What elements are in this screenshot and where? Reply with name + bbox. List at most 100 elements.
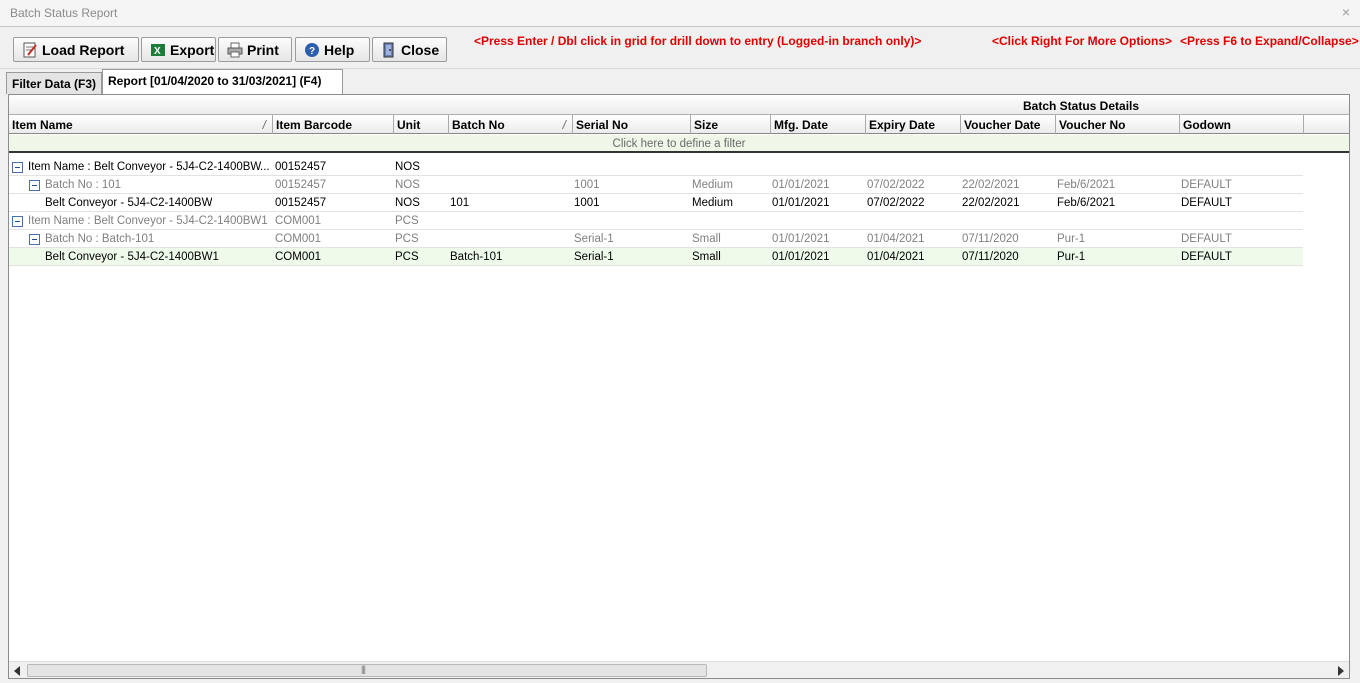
column-header-size[interactable]: Size <box>691 115 771 134</box>
cell-ellipsis: ... <box>260 161 270 173</box>
column-header-serial-no[interactable]: Serial No <box>573 115 691 134</box>
close-button[interactable]: Close <box>372 37 447 62</box>
collapse-icon[interactable] <box>12 216 23 227</box>
column-header-row: Item Name / Item Barcode Unit Batch No / S… <box>9 115 1349 134</box>
cell-serial: 1001 <box>574 179 600 191</box>
tab-strip: Filter Data (F3) Report [01/04/2020 to 3… <box>0 69 1360 94</box>
column-header-unit[interactable]: Unit <box>394 115 449 134</box>
tab-filter-data[interactable]: Filter Data (F3) <box>6 72 102 94</box>
help-icon: ? <box>304 42 320 58</box>
cell-mfg-date: 01/01/2021 <box>772 197 830 209</box>
table-row-selected[interactable]: Belt Conveyor - 5J4-C2-1400BW1 COM001 PC… <box>9 248 1303 266</box>
cell-expiry-date: 07/02/2022 <box>867 179 925 191</box>
group-row-item[interactable]: Item Name : Belt Conveyor - 5J4-C2-1400B… <box>9 158 1303 176</box>
excel-icon: X <box>150 42 166 58</box>
toolbar: Load Report X Export Print ? Help Close … <box>0 26 1360 69</box>
horizontal-scrollbar[interactable] <box>9 661 1349 678</box>
cell-barcode: 00152457 <box>275 179 327 191</box>
help-label: Help <box>324 41 355 58</box>
printer-icon <box>227 42 243 58</box>
collapse-icon[interactable] <box>12 162 23 173</box>
cell-barcode: 00152457 <box>275 161 327 173</box>
cell-godown: DEFAULT <box>1181 197 1232 209</box>
cell-batch: Batch-101 <box>450 251 503 263</box>
cell-item-name: Item Name : Belt Conveyor - 5J4-C2-1400B… <box>28 161 262 173</box>
band-title: Batch Status Details <box>1023 99 1140 113</box>
cell-godown: DEFAULT <box>1181 233 1232 245</box>
cell-batch: 101 <box>450 197 470 209</box>
column-header-voucher-date[interactable]: Voucher Date <box>961 115 1056 134</box>
cell-voucher-date: 07/11/2020 <box>962 233 1019 245</box>
cell-serial: Serial-1 <box>574 233 614 245</box>
cell-barcode: COM001 <box>275 233 322 245</box>
svg-text:X: X <box>154 46 161 57</box>
cell-voucher-no: Feb/6/2021 <box>1057 197 1116 209</box>
cell-serial: 1001 <box>574 197 600 209</box>
cell-mfg-date: 01/01/2021 <box>772 179 830 191</box>
cell-voucher-no: Pur-1 <box>1057 233 1086 245</box>
title-bar: Batch Status Report × <box>0 0 1360 26</box>
collapse-icon[interactable] <box>29 180 40 191</box>
window-close-button[interactable]: × <box>1342 4 1350 20</box>
help-button[interactable]: ? Help <box>295 37 370 62</box>
cell-voucher-no: Pur-1 <box>1057 251 1086 263</box>
cell-serial: Serial-1 <box>574 251 614 263</box>
cell-size: Medium <box>692 197 733 209</box>
cell-item-name: Belt Conveyor - 5J4-C2-1400BW1 <box>45 251 219 263</box>
cell-unit: NOS <box>395 179 420 191</box>
column-header-godown[interactable]: Godown <box>1180 115 1304 134</box>
cell-unit: PCS <box>395 233 419 245</box>
scrollbar-thumb[interactable] <box>27 664 707 677</box>
cell-item-name: Batch No : Batch-101 <box>45 233 155 245</box>
cell-barcode: 00152457 <box>275 197 327 209</box>
group-row-item[interactable]: Item Name : Belt Conveyor - 5J4-C2-1400B… <box>9 212 1303 230</box>
column-header-item-name[interactable]: Item Name / <box>9 115 273 134</box>
collapse-icon[interactable] <box>29 234 40 245</box>
exit-door-icon <box>381 42 397 58</box>
cell-godown: DEFAULT <box>1181 179 1232 191</box>
group-row-batch[interactable]: Batch No : Batch-101 COM001 PCS Serial-1… <box>9 230 1303 248</box>
filter-row[interactable]: Click here to define a filter <box>9 135 1349 153</box>
group-row-batch[interactable]: Batch No : 101 00152457 NOS 1001 Medium … <box>9 176 1303 194</box>
cell-expiry-date: 01/04/2021 <box>867 251 925 263</box>
cell-barcode: COM001 <box>275 251 322 263</box>
cell-voucher-date: 07/11/2020 <box>962 251 1019 263</box>
close-label: Close <box>401 41 440 58</box>
cell-size: Medium <box>692 179 733 191</box>
print-label: Print <box>247 41 279 58</box>
column-header-batch-no[interactable]: Batch No / <box>449 115 573 134</box>
svg-text:?: ? <box>309 46 315 57</box>
cell-voucher-date: 22/02/2021 <box>962 197 1020 209</box>
tab-report[interactable]: Report [01/04/2020 to 31/03/2021] (F4) <box>102 69 343 94</box>
load-report-label: Load Report <box>42 41 125 58</box>
cell-size: Small <box>692 233 721 245</box>
cell-unit: NOS <box>395 197 420 209</box>
notepad-icon <box>22 42 38 58</box>
column-header-mfg-date[interactable]: Mfg. Date <box>771 115 866 134</box>
column-header-item-barcode[interactable]: Item Barcode <box>273 115 394 134</box>
cell-size: Small <box>692 251 721 263</box>
report-grid[interactable]: Batch Status Details Item Name / Item Bar… <box>8 94 1350 679</box>
column-header-voucher-no[interactable]: Voucher No <box>1056 115 1180 134</box>
cell-item-name: Item Name : Belt Conveyor - 5J4-C2-1400B… <box>28 215 268 227</box>
cell-expiry-date: 07/02/2022 <box>867 197 925 209</box>
cell-unit: NOS <box>395 161 420 173</box>
cell-voucher-no: Feb/6/2021 <box>1057 179 1116 191</box>
cell-mfg-date: 01/01/2021 <box>772 251 830 263</box>
cell-unit: PCS <box>395 215 419 227</box>
print-button[interactable]: Print <box>218 37 292 62</box>
column-header-expiry-date[interactable]: Expiry Date <box>866 115 961 134</box>
scroll-right-icon[interactable] <box>1337 665 1345 676</box>
cell-mfg-date: 01/01/2021 <box>772 233 830 245</box>
table-row[interactable]: Belt Conveyor - 5J4-C2-1400BW 00152457 N… <box>9 194 1303 212</box>
window-title: Batch Status Report <box>10 6 118 20</box>
export-button[interactable]: X Export <box>141 37 216 62</box>
expand-collapse-hint: <Press F6 to Expand/Collapse> <box>1180 34 1359 48</box>
load-report-button[interactable]: Load Report <box>13 37 139 62</box>
cell-expiry-date: 01/04/2021 <box>867 233 925 245</box>
right-click-hint: <Click Right For More Options> <box>992 34 1173 48</box>
scroll-left-icon[interactable] <box>13 665 21 676</box>
cell-unit: PCS <box>395 251 419 263</box>
cell-voucher-date: 22/02/2021 <box>962 179 1020 191</box>
cell-godown: DEFAULT <box>1181 251 1232 263</box>
